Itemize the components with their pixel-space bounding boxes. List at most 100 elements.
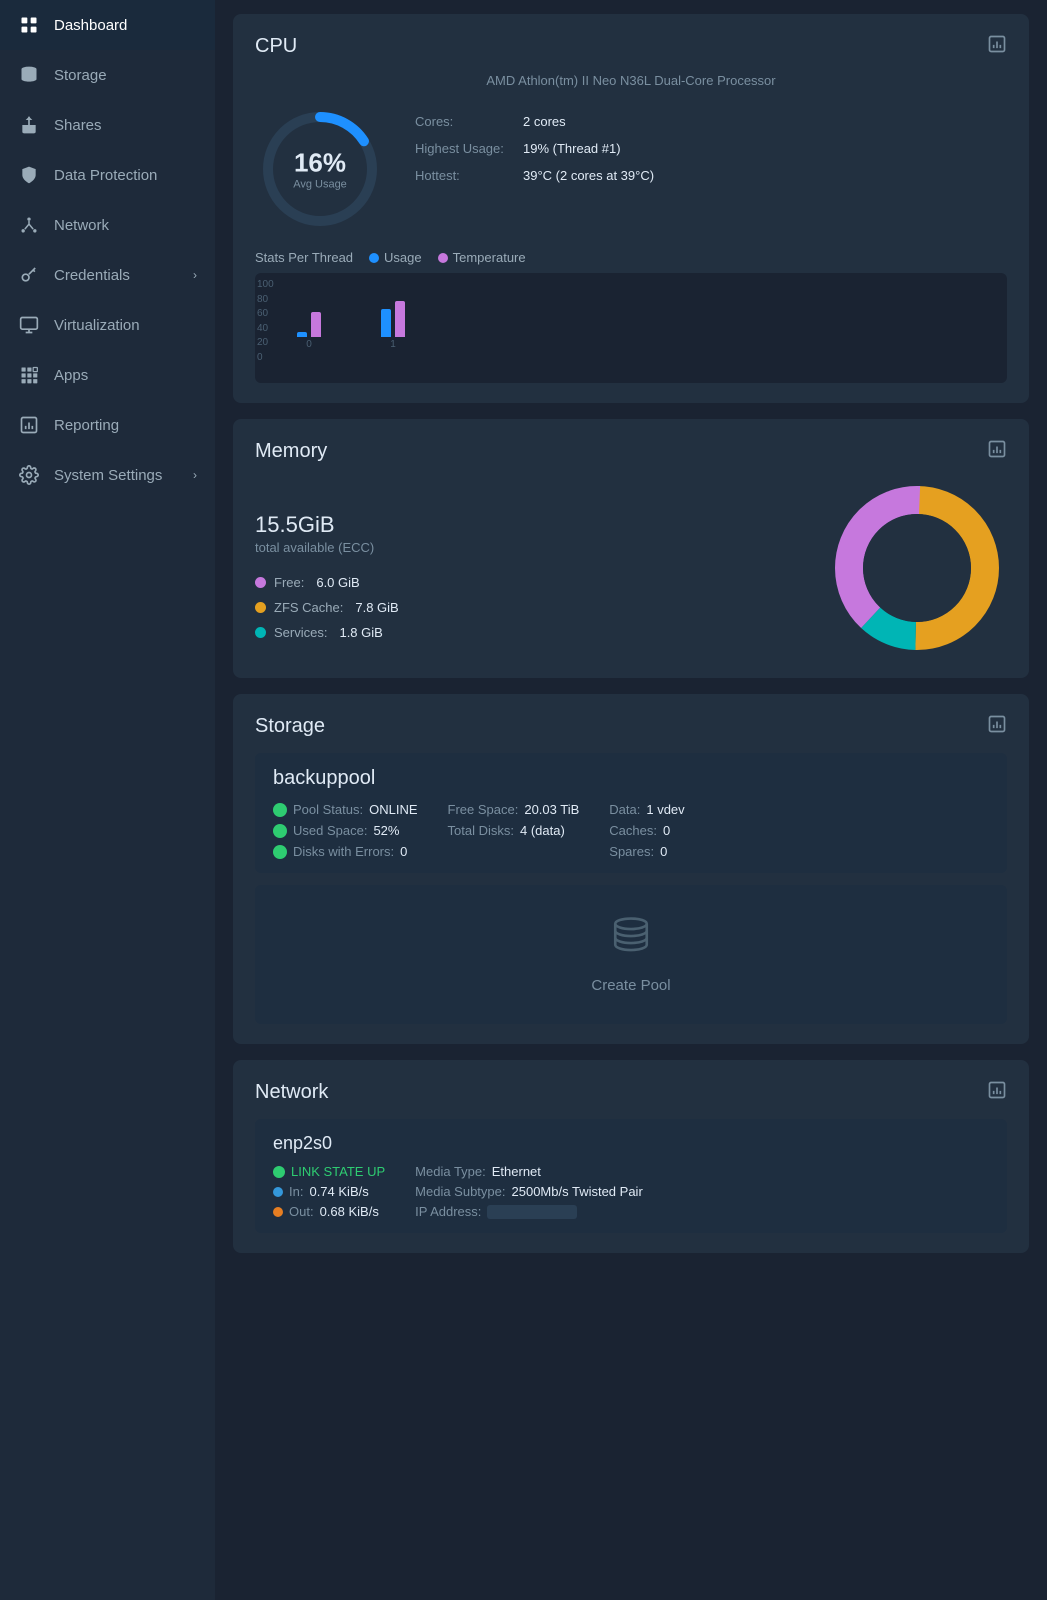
thread-chart-area: Stats Per Thread Usage Temperature 100 8… [255,250,1007,383]
storage-chart-btn[interactable] [987,714,1007,739]
cpu-card: CPU AMD Athlon(tm) II Neo N36L Dual-Core… [233,14,1029,403]
cpu-chart-btn[interactable] [987,34,1007,59]
pool-used-row: Used Space: 52% [273,823,418,838]
apps-icon [18,364,40,386]
memory-body: 15.5GiB total available (ECC) Free: 6.0 … [255,478,1007,658]
cpu-highest-value: 19% (Thread #1) [523,141,621,156]
pool-col-right: Data: 1 vdev Caches: 0 Spares: 0 [609,802,684,859]
cpu-info-row: 16% Avg Usage Cores: 2 cores Highest Usa… [255,104,1007,234]
sidebar-item-label: Apps [54,367,88,384]
legend-usage: Usage [369,250,422,265]
main-content: CPU AMD Athlon(tm) II Neo N36L Dual-Core… [215,0,1047,1600]
cpu-hottest-value: 39°C (2 cores at 39°C) [523,168,654,183]
net-stats: LINK STATE UP In: 0.74 KiB/s Out: 0.68 K… [273,1164,989,1219]
sidebar-item-data-protection[interactable]: Data Protection [0,150,215,200]
storage-card: Storage backuppool Pool Status: ONLINE [233,694,1029,1044]
create-pool-label: Create Pool [591,977,670,994]
cpu-hottest-label: Hottest: [415,168,515,183]
pool-status-row: Pool Status: ONLINE [273,802,418,817]
cpu-avg-pct: 16% [293,148,347,179]
cpu-hottest-row: Hottest: 39°C (2 cores at 39°C) [415,168,1007,183]
shares-icon [18,114,40,136]
sidebar-item-label: Reporting [54,417,119,434]
memory-card-header: Memory [255,439,1007,464]
memory-subtitle: total available (ECC) [255,540,797,555]
pool-errors-row: Disks with Errors: 0 [273,844,418,859]
sidebar-item-label: System Settings [54,467,162,484]
sidebar-item-storage[interactable]: Storage [0,50,215,100]
sidebar-item-apps[interactable]: Apps [0,350,215,400]
sidebar-item-virtualization[interactable]: Virtualization [0,300,215,350]
sidebar-item-reporting[interactable]: Reporting [0,400,215,450]
pool-name: backuppool [273,767,989,790]
shield-icon [18,164,40,186]
pool-col-mid: Free Space: 20.03 TiB Total Disks: 4 (da… [448,802,580,859]
memory-unit: GiB [298,512,335,537]
storage-icon [18,64,40,86]
virtualization-icon [18,314,40,336]
net-in-row: In: 0.74 KiB/s [273,1184,385,1199]
sidebar-item-label: Storage [54,67,107,84]
sidebar-item-label: Data Protection [54,167,157,184]
net-out-row: Out: 0.68 KiB/s [273,1204,385,1219]
net-col-right: Media Type: Ethernet Media Subtype: 2500… [415,1164,643,1219]
network-card-header: Network [255,1080,1007,1105]
grid-icon [18,14,40,36]
create-pool-card[interactable]: Create Pool [255,885,1007,1024]
cpu-gauge: 16% Avg Usage [255,104,385,234]
cpu-cores-row: Cores: 2 cores [415,114,1007,129]
pool-free-row: Free Space: 20.03 TiB [448,802,580,817]
sidebar-item-label: Dashboard [54,17,127,34]
cpu-highest-label: Highest Usage: [415,141,515,156]
sidebar-item-credentials[interactable]: Credentials › [0,250,215,300]
cpu-title: CPU [255,35,297,58]
chevron-right-icon: › [193,468,197,482]
sidebar: Dashboard Storage Shares Data Protection… [0,0,215,1600]
sidebar-item-system-settings[interactable]: System Settings › [0,450,215,500]
legend-services: Services: 1.8 GiB [255,625,797,640]
credentials-icon [18,264,40,286]
sidebar-item-label: Virtualization [54,317,140,334]
pool-col-left: Pool Status: ONLINE Used Space: 52% Disk… [273,802,418,859]
sidebar-item-dashboard[interactable]: Dashboard [0,0,215,50]
cpu-gauge-text: 16% Avg Usage [293,148,347,191]
network-interface-card: enp2s0 LINK STATE UP In: 0.74 KiB/s Out: [255,1119,1007,1233]
memory-legend: Free: 6.0 GiB ZFS Cache: 7.8 GiB Service… [255,575,797,640]
cpu-gauge-wrap: 16% Avg Usage [255,104,385,234]
pool-stats: Pool Status: ONLINE Used Space: 52% Disk… [273,802,989,859]
memory-left: 15.5GiB total available (ECC) Free: 6.0 … [255,496,797,640]
cpu-cores-value: 2 cores [523,114,566,129]
cpu-avg-label: Avg Usage [293,179,347,191]
cpu-subtitle: AMD Athlon(tm) II Neo N36L Dual-Core Pro… [255,73,1007,88]
net-ip-row: IP Address: [415,1204,643,1219]
net-col-left: LINK STATE UP In: 0.74 KiB/s Out: 0.68 K… [273,1164,385,1219]
sidebar-item-label: Network [54,217,109,234]
net-media-type-row: Media Type: Ethernet [415,1164,643,1179]
settings-icon [18,464,40,486]
pool-card: backuppool Pool Status: ONLINE Used Spac… [255,753,1007,873]
storage-title: Storage [255,715,325,738]
pool-data-row: Data: 1 vdev [609,802,684,817]
chart-y-labels: 100 80 60 40 20 0 [257,279,274,363]
memory-donut-chart [827,478,1007,658]
pool-spares-row: Spares: 0 [609,844,684,859]
sidebar-item-shares[interactable]: Shares [0,100,215,150]
network-chart-btn[interactable] [987,1080,1007,1105]
memory-total: 15.5GiB [255,496,797,540]
pool-disks-row: Total Disks: 4 (data) [448,823,580,838]
net-link-label: LINK STATE UP [291,1164,385,1179]
stats-per-thread-label: Stats Per Thread [255,250,353,265]
storage-card-header: Storage [255,714,1007,739]
memory-chart-btn[interactable] [987,439,1007,464]
net-link-row: LINK STATE UP [273,1164,385,1179]
network-card: Network enp2s0 LINK STATE UP In [233,1060,1029,1253]
net-media-subtype-row: Media Subtype: 2500Mb/s Twisted Pair [415,1184,643,1199]
memory-card: Memory 15.5GiB total available (ECC) Fre… [233,419,1029,678]
sidebar-item-network[interactable]: Network [0,200,215,250]
create-pool-db-icon [610,915,652,967]
thread-chart: 100 80 60 40 20 0 0 [255,273,1007,383]
cpu-cores-label: Cores: [415,114,515,129]
sidebar-item-label: Shares [54,117,102,134]
legend-free: Free: 6.0 GiB [255,575,797,590]
legend-zfs: ZFS Cache: 7.8 GiB [255,600,797,615]
